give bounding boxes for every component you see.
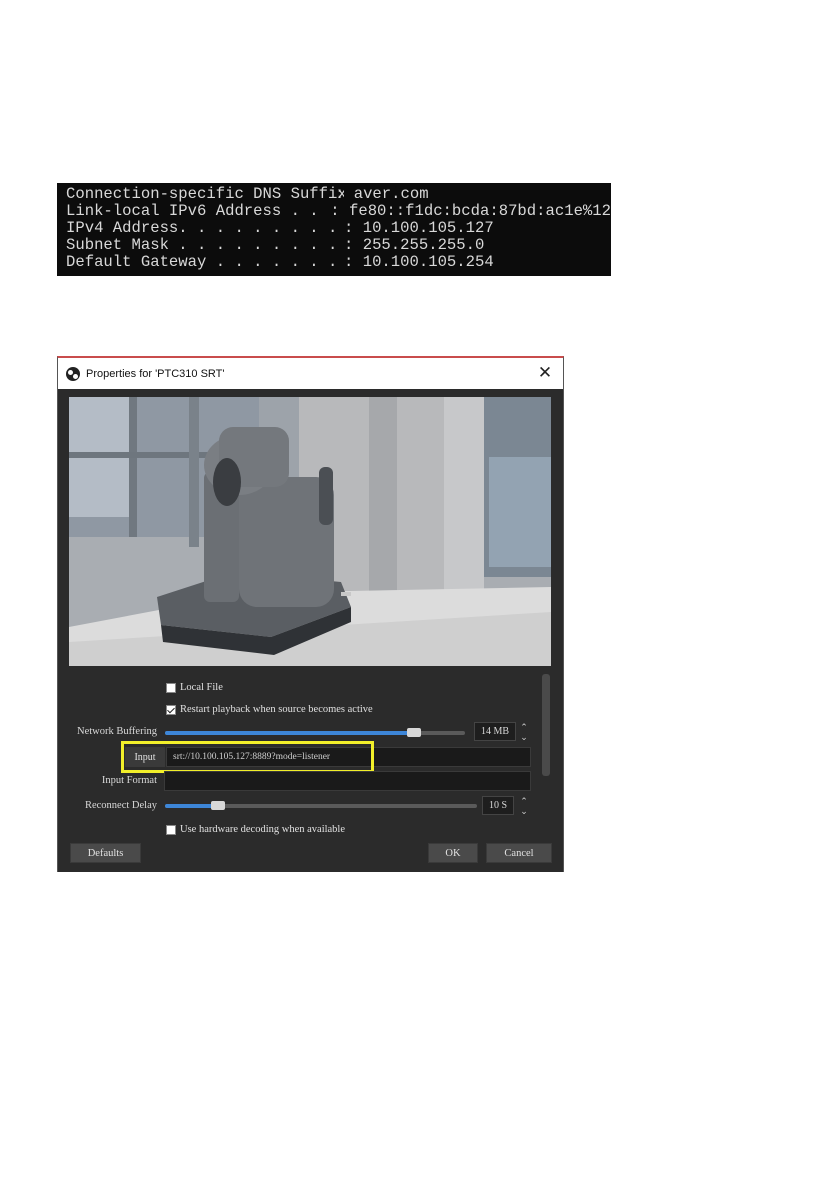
term-value: : aver.com <box>335 185 429 203</box>
spin-down-icon[interactable]: ⌄ <box>518 806 530 816</box>
input-highlight-box <box>121 741 374 773</box>
input-format-row: Input Format <box>58 771 563 791</box>
close-button[interactable]: ✕ <box>537 364 553 381</box>
term-line: Connection-specific DNS Suffix: aver.com <box>66 186 611 203</box>
term-value: : fe80::f1dc:bcda:87bd:ac1e%12 <box>330 202 611 220</box>
network-buffering-value[interactable]: 14 MB <box>474 722 516 741</box>
restart-playback-label: Restart playback when source becomes act… <box>180 704 373 715</box>
network-buffering-spinner[interactable]: ⌃ ⌄ <box>518 722 530 742</box>
network-buffering-slider[interactable] <box>165 728 465 737</box>
term-key: IPv4 Address. . . . . . . . . . . <box>66 220 344 237</box>
reconnect-delay-value[interactable]: 10 S <box>482 796 514 815</box>
slider-handle[interactable] <box>211 801 225 810</box>
terminal-output: Connection-specific DNS Suffix: aver.com… <box>57 183 611 276</box>
defaults-button[interactable]: Defaults <box>70 843 141 863</box>
local-file-row: Local File <box>58 679 563 699</box>
spin-down-icon[interactable]: ⌄ <box>518 732 530 742</box>
term-key: Connection-specific DNS Suffix <box>66 186 344 203</box>
obs-app-icon <box>66 366 80 381</box>
dialog-title: Properties for 'PTC310 SRT' <box>86 367 225 380</box>
local-file-label: Local File <box>180 682 223 693</box>
reconnect-delay-row: Reconnect Delay 10 S ⌃ ⌄ <box>58 796 563 816</box>
title-bar[interactable]: Properties for 'PTC310 SRT' ✕ <box>58 358 563 389</box>
properties-dialog: Properties for 'PTC310 SRT' ✕ Local File… <box>57 356 564 872</box>
restart-playback-checkbox[interactable] <box>166 705 176 715</box>
term-key: Link-local IPv6 Address . . . . . <box>66 203 330 220</box>
slider-fill <box>165 731 414 735</box>
term-line: Link-local IPv6 Address . . . . .: fe80:… <box>66 203 611 220</box>
term-value: : 10.100.105.127 <box>344 219 494 237</box>
source-preview <box>69 397 551 666</box>
cancel-button[interactable]: Cancel <box>486 843 552 863</box>
hw-decoding-row: Use hardware decoding when available <box>58 822 563 842</box>
term-key: Default Gateway . . . . . . . . . <box>66 254 344 271</box>
reconnect-delay-spinner[interactable]: ⌃ ⌄ <box>518 796 530 816</box>
reconnect-delay-label: Reconnect Delay <box>84 800 157 811</box>
restart-playback-row: Restart playback when source becomes act… <box>58 701 563 721</box>
term-line: Subnet Mask . . . . . . . . . . .: 255.2… <box>66 237 611 254</box>
input-format-field[interactable] <box>164 771 531 791</box>
term-line: Default Gateway . . . . . . . . .: 10.10… <box>66 254 611 271</box>
hw-decoding-label: Use hardware decoding when available <box>180 824 346 835</box>
network-buffering-row: Network Buffering 14 MB ⌃ ⌄ <box>58 722 563 742</box>
spin-up-icon[interactable]: ⌃ <box>518 722 530 732</box>
term-key: Subnet Mask . . . . . . . . . . . <box>66 237 344 254</box>
input-format-label: Input Format <box>101 775 157 786</box>
camera-preview-image <box>69 397 551 666</box>
reconnect-delay-slider[interactable] <box>165 801 477 810</box>
network-buffering-label: Network Buffering <box>77 726 157 737</box>
term-value: : 255.255.255.0 <box>344 236 485 254</box>
slider-handle[interactable] <box>407 728 421 737</box>
local-file-checkbox[interactable] <box>166 683 176 693</box>
spin-up-icon[interactable]: ⌃ <box>518 796 530 806</box>
hw-decoding-checkbox[interactable] <box>166 825 176 835</box>
term-line: IPv4 Address. . . . . . . . . . .: 10.10… <box>66 220 611 237</box>
term-value: : 10.100.105.254 <box>344 253 494 271</box>
ok-button[interactable]: OK <box>428 843 478 863</box>
